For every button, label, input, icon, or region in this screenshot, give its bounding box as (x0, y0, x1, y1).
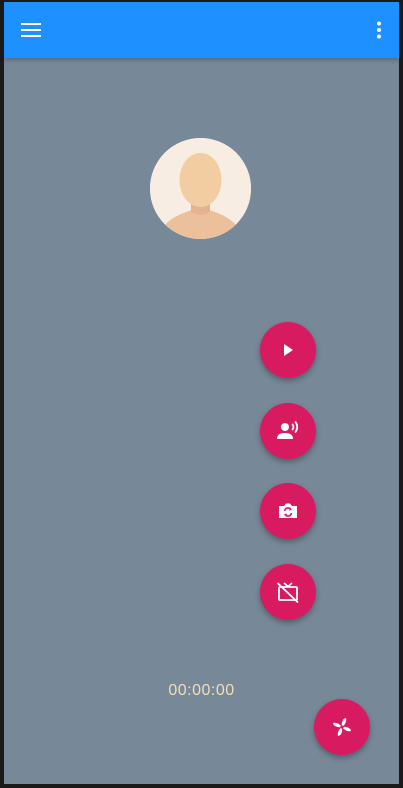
play-button[interactable] (260, 322, 316, 378)
screen-share-off-button[interactable] (260, 564, 316, 620)
call-screen: 00:00:00 (4, 2, 399, 784)
switch-camera-icon (279, 503, 297, 518)
record-voice-icon (277, 421, 299, 439)
play-icon (284, 344, 293, 356)
call-timer: 00:00:00 (168, 682, 235, 699)
menu-button[interactable] (16, 16, 46, 44)
more-vert-icon (377, 21, 381, 39)
pinwheel-icon (333, 718, 351, 736)
app-bar (4, 2, 399, 58)
tv-off-icon (277, 582, 299, 603)
overflow-menu-button[interactable] (365, 16, 393, 44)
hamburger-menu-icon (21, 23, 41, 37)
speaker-button[interactable] (260, 403, 316, 459)
avatar (150, 138, 251, 239)
default-person-avatar (150, 138, 251, 239)
floating-action-button[interactable] (314, 699, 370, 755)
switch-camera-button[interactable] (260, 483, 316, 539)
